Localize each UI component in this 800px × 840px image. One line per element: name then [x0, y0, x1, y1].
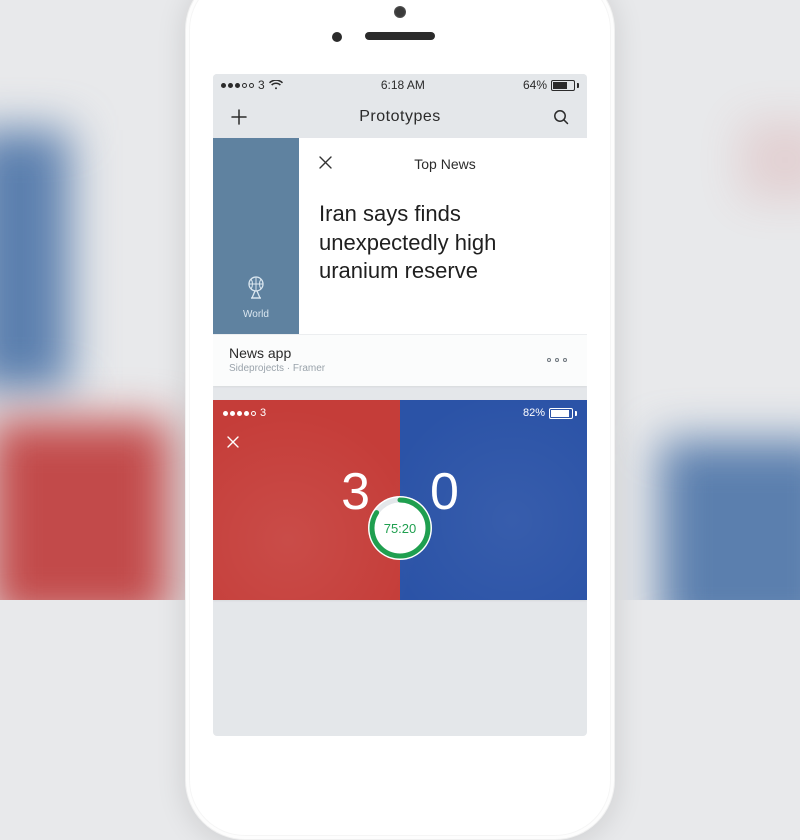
battery-icon	[551, 80, 579, 91]
inner-statusbar: 3 82%	[213, 400, 587, 420]
score-left: 3	[341, 462, 370, 522]
search-button[interactable]	[549, 105, 573, 129]
battery-icon	[549, 408, 577, 419]
score-right: 0	[430, 462, 459, 522]
device-frame: 3 6:18 AM 64%	[185, 0, 615, 840]
timer-label: 75:20	[368, 496, 432, 560]
device-camera	[394, 6, 406, 18]
page-title: Prototypes	[359, 108, 440, 126]
ios-statusbar: 3 6:18 AM 64%	[213, 74, 587, 96]
close-icon[interactable]	[227, 436, 239, 448]
signal-dots-icon	[223, 411, 256, 416]
prototype-card[interactable]: 3 82% 3	[213, 400, 587, 600]
navbar: Prototypes	[213, 96, 587, 138]
section-title: Top News	[319, 156, 571, 172]
carrier-label: 3	[260, 407, 266, 419]
battery-pct: 64%	[523, 78, 547, 92]
device-sensor	[332, 32, 342, 42]
card-subtitle: Sideprojects · Framer	[229, 363, 325, 374]
more-button[interactable]	[543, 354, 571, 366]
card-footer: News app Sideprojects · Framer	[213, 334, 587, 386]
signal-dots-icon	[221, 83, 254, 88]
category-label: World	[243, 309, 269, 320]
category-sidebar: World	[213, 138, 299, 334]
globe-icon	[242, 273, 270, 301]
screen: 3 6:18 AM 64%	[213, 74, 587, 736]
match-timer: 75:20	[368, 496, 432, 560]
news-headline: Iran says finds unexpectedly high uraniu…	[319, 200, 571, 286]
carrier-label: 3	[258, 78, 265, 92]
statusbar-time: 6:18 AM	[381, 78, 425, 92]
card-title: News app	[229, 345, 325, 361]
wifi-icon	[269, 80, 283, 90]
add-button[interactable]	[227, 105, 251, 129]
device-speaker	[365, 32, 435, 40]
close-icon[interactable]	[319, 156, 332, 169]
battery-pct: 82%	[523, 407, 545, 419]
prototype-card[interactable]: World Top News Iran says finds unexpecte…	[213, 138, 587, 386]
